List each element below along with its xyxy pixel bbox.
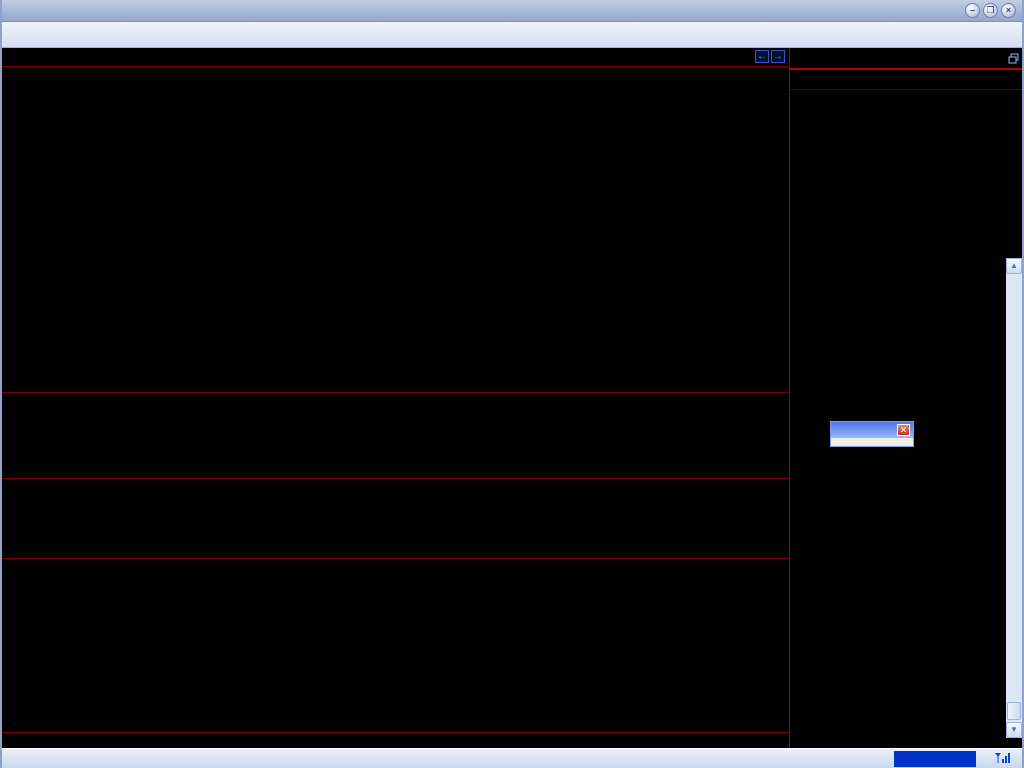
draw-line-palette[interactable]: ✕ [830,421,914,447]
restore-button[interactable]: ❐ [983,3,998,18]
palette-close-icon[interactable]: ✕ [897,424,910,436]
tick-list-header [790,70,1022,90]
app-icon[interactable] [6,3,22,19]
application-window: – ❐ × ← → [0,0,1024,768]
main-chart-panel[interactable] [2,66,789,392]
status-bar [2,748,1022,768]
candlestick-chart[interactable] [2,67,789,393]
macd-chart[interactable] [2,393,789,478]
palette-tool-grid [831,438,913,446]
signal-strength-icon [992,751,1010,767]
close-button[interactable]: × [1001,3,1016,18]
palette-title-bar[interactable]: ✕ [831,422,913,438]
rsi-chart[interactable] [2,559,789,732]
quote-panel: ▲ ▼ [790,48,1022,748]
scrollbar-thumb[interactable] [1007,702,1021,720]
quote-panel-header [790,48,1022,68]
window-titlebar: – ❐ × [2,0,1022,22]
next-chart-arrow-icon[interactable]: → [771,50,785,63]
tick-list [790,90,1022,748]
rsi-panel[interactable] [2,558,789,732]
b-indicator-panel[interactable] [2,478,789,558]
scroll-down-icon[interactable]: ▼ [1006,722,1022,738]
main-toolbar [2,22,1022,48]
b-indicator-chart[interactable] [2,479,789,558]
window-controls: – ❐ × [965,3,1016,18]
minimize-button[interactable]: – [965,3,980,18]
prev-chart-arrow-icon[interactable]: ← [755,50,769,63]
macd-panel[interactable] [2,392,789,478]
chart-title-bar: ← → [2,48,789,66]
panel-restore-icon[interactable] [1008,51,1019,69]
chart-column: ← → [2,48,790,748]
time-axis [2,732,789,748]
scroll-up-icon[interactable]: ▲ [1006,258,1022,274]
alert-badge[interactable] [894,751,976,767]
tick-scrollbar[interactable]: ▲ ▼ [1006,258,1022,738]
workspace: ← → [2,48,1022,748]
